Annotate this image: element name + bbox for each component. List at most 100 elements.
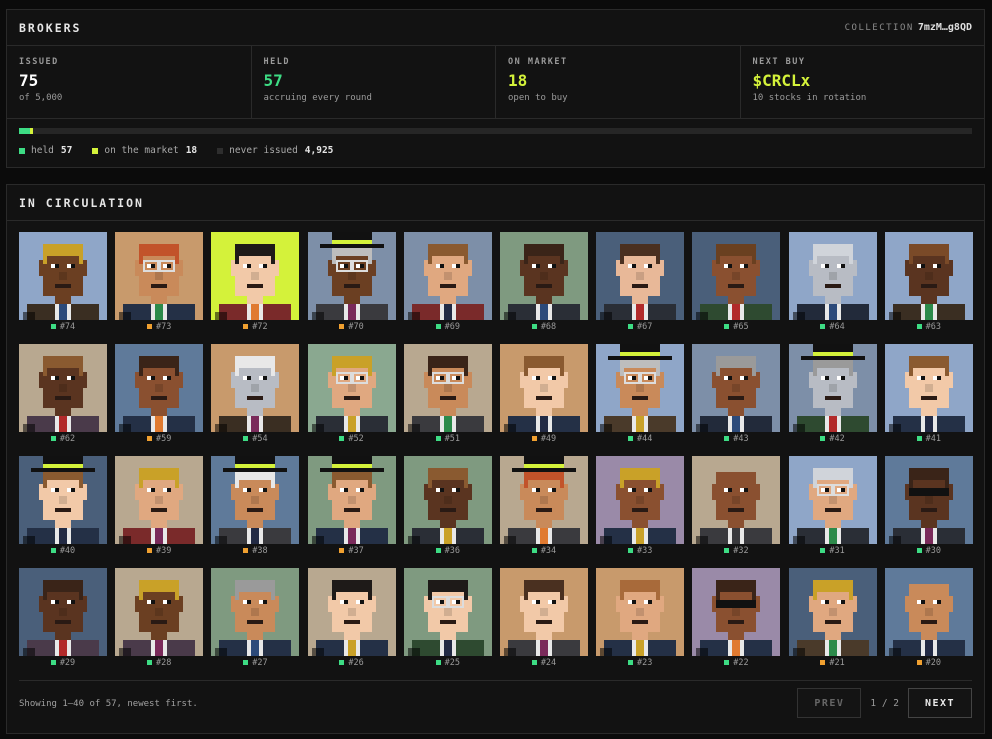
broker-card[interactable]: #22: [692, 568, 781, 669]
broker-card[interactable]: #24: [500, 568, 588, 669]
broker-id: #44: [637, 434, 653, 444]
broker-avatar[interactable]: [403, 344, 492, 432]
broker-card[interactable]: #68: [500, 232, 588, 333]
broker-avatar[interactable]: [19, 568, 107, 656]
broker-card[interactable]: #30: [884, 456, 973, 557]
broker-avatar[interactable]: [692, 568, 781, 656]
broker-card[interactable]: #34: [500, 456, 588, 557]
broker-avatar[interactable]: [19, 344, 107, 432]
broker-avatar[interactable]: [211, 456, 300, 544]
broker-card[interactable]: #21: [788, 568, 877, 669]
broker-card[interactable]: #73: [115, 232, 204, 333]
prev-button[interactable]: PREV: [797, 688, 862, 718]
broker-avatar[interactable]: [596, 568, 685, 656]
broker-card[interactable]: #26: [307, 568, 396, 669]
broker-card[interactable]: #54: [211, 344, 300, 445]
broker-id-label: #52: [308, 434, 396, 444]
broker-avatar[interactable]: [884, 344, 973, 432]
broker-portrait-icon: [403, 568, 492, 656]
broker-card[interactable]: #29: [19, 568, 107, 669]
broker-avatar[interactable]: [692, 456, 781, 544]
collection-id[interactable]: 7mzM…g8QD: [918, 22, 972, 33]
broker-avatar[interactable]: [115, 568, 204, 656]
broker-card[interactable]: #39: [115, 456, 204, 557]
broker-card[interactable]: #52: [307, 344, 396, 445]
broker-card[interactable]: #31: [788, 456, 877, 557]
broker-card[interactable]: #38: [211, 456, 300, 557]
broker-avatar[interactable]: [788, 456, 877, 544]
broker-card[interactable]: #40: [19, 456, 107, 557]
broker-avatar[interactable]: [307, 456, 396, 544]
broker-card[interactable]: #59: [115, 344, 204, 445]
broker-avatar[interactable]: [596, 456, 685, 544]
broker-avatar[interactable]: [211, 344, 300, 432]
legend-swatch: [92, 147, 99, 154]
broker-avatar[interactable]: [307, 568, 396, 656]
broker-card[interactable]: #33: [596, 456, 685, 557]
next-button[interactable]: NEXT: [908, 688, 972, 718]
broker-avatar[interactable]: [884, 456, 973, 544]
broker-avatar[interactable]: [596, 344, 685, 432]
broker-avatar[interactable]: [692, 344, 781, 432]
broker-portrait-icon: [211, 344, 300, 432]
broker-id-label: #38: [211, 546, 299, 556]
broker-card[interactable]: #72: [211, 232, 300, 333]
stat-on-market: ON MARKET 18 open to buy: [496, 46, 741, 118]
broker-avatar[interactable]: [596, 232, 685, 320]
broker-avatar[interactable]: [211, 232, 300, 320]
broker-card[interactable]: #37: [307, 456, 396, 557]
broker-avatar[interactable]: [211, 568, 300, 656]
broker-avatar[interactable]: [403, 232, 492, 320]
broker-card[interactable]: #23: [596, 568, 685, 669]
broker-avatar[interactable]: [19, 456, 107, 544]
broker-avatar[interactable]: [403, 568, 492, 656]
broker-card[interactable]: #28: [115, 568, 204, 669]
broker-card[interactable]: #36: [403, 456, 492, 557]
broker-avatar[interactable]: [500, 456, 588, 544]
stat-held: HELD 57 accruing every round: [252, 46, 496, 118]
broker-id: #21: [829, 658, 845, 668]
status-dot: [147, 660, 152, 665]
broker-avatar[interactable]: [307, 232, 396, 320]
broker-id-label: #64: [789, 322, 877, 332]
broker-avatar[interactable]: [115, 344, 204, 432]
broker-portrait-icon: [19, 344, 107, 432]
broker-avatar[interactable]: [115, 456, 204, 544]
broker-card[interactable]: #41: [884, 344, 973, 445]
broker-card[interactable]: #42: [788, 344, 877, 445]
broker-avatar[interactable]: [500, 568, 588, 656]
broker-id-label: #28: [115, 658, 203, 668]
broker-avatar[interactable]: [307, 344, 396, 432]
broker-card[interactable]: #49: [500, 344, 588, 445]
broker-avatar[interactable]: [692, 232, 781, 320]
broker-card[interactable]: #20: [884, 568, 973, 669]
legend-value: 57: [60, 145, 73, 156]
broker-portrait-icon: [596, 344, 685, 432]
broker-card[interactable]: #64: [788, 232, 877, 333]
broker-avatar[interactable]: [500, 232, 588, 320]
broker-card[interactable]: #63: [884, 232, 973, 333]
broker-card[interactable]: #74: [19, 232, 107, 333]
broker-card[interactable]: #69: [403, 232, 492, 333]
broker-id-label: #72: [211, 322, 299, 332]
broker-avatar[interactable]: [788, 344, 877, 432]
broker-card[interactable]: #65: [692, 232, 781, 333]
broker-avatar[interactable]: [884, 568, 973, 656]
broker-card[interactable]: #70: [307, 232, 396, 333]
broker-card[interactable]: #51: [403, 344, 492, 445]
broker-avatar[interactable]: [788, 232, 877, 320]
broker-card[interactable]: #44: [596, 344, 685, 445]
broker-avatar[interactable]: [115, 232, 204, 320]
broker-id-label: #20: [885, 658, 973, 668]
broker-avatar[interactable]: [403, 456, 492, 544]
broker-avatar[interactable]: [19, 232, 107, 320]
broker-avatar[interactable]: [500, 344, 588, 432]
broker-card[interactable]: #25: [403, 568, 492, 669]
broker-card[interactable]: #67: [596, 232, 685, 333]
broker-avatar[interactable]: [884, 232, 973, 320]
broker-card[interactable]: #27: [211, 568, 300, 669]
broker-card[interactable]: #43: [692, 344, 781, 445]
broker-card[interactable]: #32: [692, 456, 781, 557]
broker-card[interactable]: #62: [19, 344, 107, 445]
broker-avatar[interactable]: [788, 568, 877, 656]
